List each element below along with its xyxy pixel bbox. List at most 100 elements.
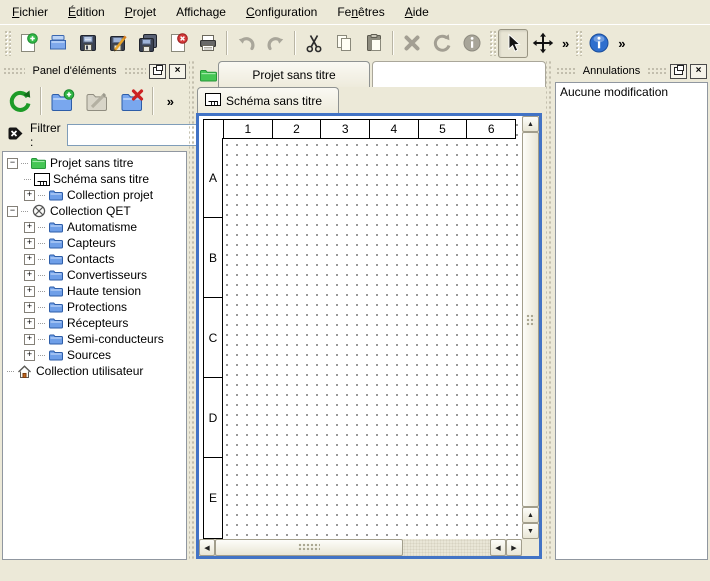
menu-fenetres[interactable]: Fenêtres [327, 2, 394, 22]
toolbar-overflow-button[interactable]: » [614, 36, 629, 51]
tree-item-recepteurs[interactable]: + Récepteurs [3, 315, 186, 331]
empty-tab-area [372, 61, 546, 87]
cut-button[interactable] [299, 29, 329, 57]
dock-handle-texture [647, 67, 667, 75]
new-document-button[interactable] [13, 29, 43, 57]
rotate-button[interactable] [427, 29, 457, 57]
scroll-left-button[interactable]: ◀ [490, 539, 506, 556]
filter-label: Filtrer : [30, 121, 61, 149]
tree-item-convertisseurs[interactable]: + Convertisseurs [3, 267, 186, 283]
expand-icon[interactable]: + [24, 190, 35, 201]
about-qet-button[interactable] [584, 29, 614, 57]
print-button[interactable] [193, 29, 223, 57]
menu-configuration[interactable]: Configuration [236, 2, 327, 22]
move-mode-button[interactable] [528, 29, 558, 57]
horizontal-scrollbar[interactable]: ◀ ◀ ▶ [199, 539, 522, 556]
tree-item-semi-conducteurs[interactable]: + Semi-conducteurs [3, 331, 186, 347]
collapse-icon[interactable]: − [7, 158, 18, 169]
tab-projet-sans-titre[interactable]: Projet sans titre [218, 61, 370, 87]
expand-icon[interactable]: + [24, 286, 35, 297]
scroll-left-button[interactable]: ◀ [199, 539, 215, 556]
tree-item-protections[interactable]: + Protections [3, 299, 186, 315]
horizontal-scroll-track[interactable] [403, 539, 490, 556]
menu-edition[interactable]: Édition [58, 2, 115, 22]
scroll-down-button[interactable]: ▼ [522, 523, 539, 539]
new-category-button[interactable] [47, 86, 77, 116]
toolbar-drag-handle[interactable] [489, 30, 496, 56]
edit-category-button[interactable] [82, 86, 112, 116]
menu-label: Fe [337, 5, 351, 19]
dock-float-button[interactable] [149, 64, 166, 79]
schema-canvas[interactable] [199, 116, 522, 539]
save-all-icon [137, 32, 159, 54]
vertical-scroll-thumb[interactable] [522, 132, 539, 507]
tree-item-label: Collection utilisateur [36, 364, 145, 378]
project-tab-bar: Projet sans titre [196, 60, 546, 87]
tree-guide [21, 211, 28, 212]
save-as-button[interactable] [103, 29, 133, 57]
folder-icon [47, 270, 64, 281]
menu-label: ichier [19, 5, 48, 19]
menu-projet[interactable]: Projet [115, 2, 166, 22]
clear-filter-icon[interactable] [7, 126, 24, 144]
undo-panel-titlebar[interactable]: Annulations × [553, 62, 710, 80]
tree-item-schema-sans-titre[interactable]: Schéma sans titre [3, 171, 186, 187]
reload-collections-button[interactable] [5, 86, 35, 116]
menu-fichier[interactable]: Fichier [2, 2, 58, 22]
expand-icon[interactable]: + [24, 350, 35, 361]
panel-toolbar-overflow-button[interactable]: » [163, 94, 178, 109]
splitter-left[interactable] [189, 60, 196, 560]
splitter-right[interactable] [546, 60, 553, 560]
scroll-up-button[interactable]: ▲ [522, 507, 539, 523]
tree-item-collection-projet[interactable]: + Collection projet [3, 187, 186, 203]
toolbar-drag-handle[interactable] [575, 30, 582, 56]
expand-icon[interactable]: + [24, 238, 35, 249]
menu-affichage[interactable]: Affichage [166, 2, 236, 22]
dock-close-button[interactable]: × [690, 64, 707, 79]
dock-float-button[interactable] [670, 64, 687, 79]
info-button[interactable] [457, 29, 487, 57]
tree-item-projet-sans-titre[interactable]: − Projet sans titre [3, 155, 186, 171]
expand-icon[interactable]: + [24, 222, 35, 233]
vertical-scrollbar[interactable]: ▲ ▲ ▼ [522, 116, 539, 539]
open-button[interactable] [43, 29, 73, 57]
save-all-button[interactable] [133, 29, 163, 57]
expand-icon[interactable]: + [24, 334, 35, 345]
close-file-button[interactable] [163, 29, 193, 57]
tree-item-collection-qet[interactable]: − Collection QET [3, 203, 186, 219]
folder-icon [47, 190, 64, 201]
tree-item-sources[interactable]: + Sources [3, 347, 186, 363]
tree-item-haute-tension[interactable]: + Haute tension [3, 283, 186, 299]
tree-item-capteurs[interactable]: + Capteurs [3, 235, 186, 251]
scroll-right-button[interactable]: ▶ [506, 539, 522, 556]
delete-icon [401, 32, 423, 54]
undo-button[interactable] [231, 29, 261, 57]
copy-button[interactable] [329, 29, 359, 57]
delete-button[interactable] [397, 29, 427, 57]
scroll-up-button[interactable]: ▲ [522, 116, 539, 132]
tree-item-automatisme[interactable]: + Automatisme [3, 219, 186, 235]
horizontal-scroll-thumb[interactable] [215, 539, 403, 556]
info-blue-icon [587, 31, 611, 55]
tree-item-label: Sources [67, 348, 113, 362]
expand-icon[interactable]: + [24, 270, 35, 281]
tree-item-contacts[interactable]: + Contacts [3, 251, 186, 267]
expand-icon[interactable]: + [24, 302, 35, 313]
elements-panel-titlebar[interactable]: Panel d'éléments × [0, 62, 189, 80]
delete-category-button[interactable] [117, 86, 147, 116]
dock-close-button[interactable]: × [169, 64, 186, 79]
paste-button[interactable] [359, 29, 389, 57]
select-mode-button[interactable] [498, 29, 528, 58]
save-button[interactable] [73, 29, 103, 57]
menu-aide[interactable]: Aide [395, 2, 439, 22]
collapse-icon[interactable]: − [7, 206, 18, 217]
tab-schema-sans-titre[interactable]: Schéma sans titre [197, 87, 339, 113]
toolbar-overflow-button[interactable]: » [558, 36, 573, 51]
redo-button[interactable] [261, 29, 291, 57]
expand-icon[interactable]: + [24, 318, 35, 329]
folder-icon [47, 302, 64, 313]
expand-icon[interactable]: + [24, 254, 35, 265]
toolbar-drag-handle[interactable] [4, 30, 11, 56]
schema-tab-bar: Schéma sans titre [196, 87, 546, 113]
tree-item-collection-utilisateur[interactable]: Collection utilisateur [3, 363, 186, 379]
